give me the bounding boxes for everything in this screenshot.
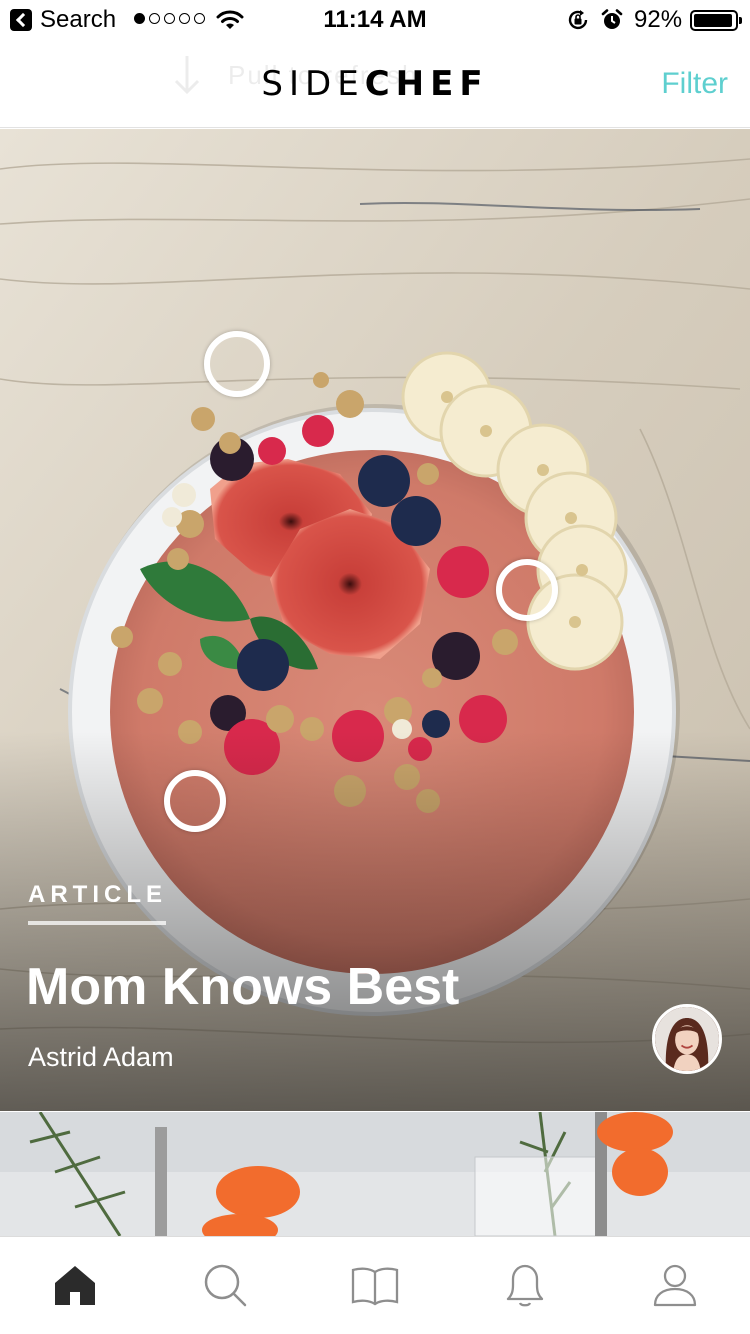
- tab-recipes[interactable]: [351, 1261, 399, 1309]
- signal-strength-icon: [134, 13, 205, 24]
- battery-icon: [690, 10, 742, 31]
- next-recipe-photo: [0, 1112, 750, 1236]
- ingredient-hotspot[interactable]: [164, 770, 226, 832]
- back-arrow-icon[interactable]: [10, 9, 32, 31]
- logo-bold-part: CHEF: [364, 64, 489, 104]
- featured-article-card[interactable]: ARTICLE Mom Knows Best Astrid Adam: [0, 129, 750, 1111]
- tab-home[interactable]: [51, 1261, 99, 1309]
- logo-light-part: SIDE: [261, 64, 365, 104]
- tab-profile[interactable]: [651, 1261, 699, 1309]
- alarm-icon: [601, 9, 623, 29]
- author-avatar-image: [655, 1007, 719, 1071]
- tab-notifications[interactable]: [501, 1261, 549, 1309]
- ingredient-hotspot[interactable]: [204, 331, 270, 397]
- person-icon: [653, 1264, 697, 1307]
- search-icon: [204, 1264, 247, 1307]
- app-header: Pull to refresh SIDECHEF Filter: [0, 40, 750, 128]
- home-icon: [55, 1266, 95, 1305]
- next-recipe-card[interactable]: [0, 1112, 750, 1236]
- ingredient-hotspot[interactable]: [496, 559, 558, 621]
- bottom-tab-bar: [0, 1236, 750, 1334]
- status-bar: Search 11:14 AM 92%: [0, 0, 750, 40]
- tag-underline: [28, 921, 166, 925]
- sidechef-logo: SIDECHEF: [0, 66, 750, 102]
- tab-search[interactable]: [201, 1261, 249, 1309]
- book-icon: [351, 1267, 399, 1306]
- bell-icon: [506, 1264, 544, 1307]
- filter-button[interactable]: Filter: [661, 66, 728, 102]
- wifi-icon: [216, 10, 244, 29]
- battery-percent: 92%: [634, 6, 683, 33]
- author-avatar[interactable]: [652, 1004, 722, 1074]
- content-type-tag: ARTICLE: [28, 881, 167, 908]
- article-title[interactable]: Mom Knows Best: [26, 955, 459, 1019]
- back-to-app-label[interactable]: Search: [40, 5, 116, 35]
- author-name[interactable]: Astrid Adam: [28, 1039, 174, 1075]
- rotation-lock-icon: [568, 10, 588, 30]
